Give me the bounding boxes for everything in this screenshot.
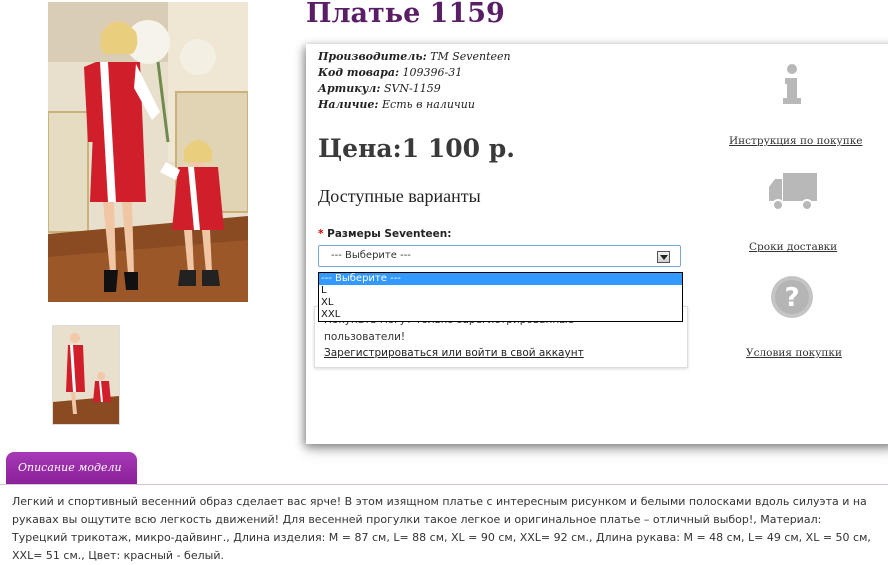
- size-label: * Размеры Seventeen:: [318, 228, 451, 240]
- size-option-l[interactable]: L: [319, 285, 682, 297]
- article-row: Артикул: SVN-1159: [318, 81, 441, 97]
- product-title: Платье 1159: [306, 0, 505, 29]
- size-option-xl[interactable]: XL: [319, 297, 682, 309]
- size-label-text: Размеры Seventeen:: [327, 228, 452, 240]
- notice-text-2: пользователи!: [324, 331, 406, 343]
- purchase-instructions-link[interactable]: Инструкция по покупке: [729, 135, 863, 147]
- size-select[interactable]: --- Выберите ---: [318, 245, 681, 267]
- chevron-down-icon[interactable]: [657, 251, 670, 263]
- manufacturer-row: Производитель: ТМ Seventeen: [318, 49, 511, 65]
- product-code-label: Код товара:: [318, 66, 400, 79]
- info-icon: [783, 64, 801, 104]
- article-label: Артикул:: [318, 82, 381, 95]
- size-option-placeholder[interactable]: --- Выберите ---: [319, 273, 682, 285]
- manufacturer-label: Производитель:: [318, 50, 427, 63]
- truck-icon: [769, 173, 817, 211]
- tab-description[interactable]: Описание модели: [6, 452, 137, 485]
- product-code-value: 109396-31: [402, 66, 463, 79]
- tab-description-label: Описание модели: [18, 461, 122, 474]
- required-mark: *: [318, 228, 324, 240]
- size-select-value: --- Выберите ---: [331, 250, 411, 261]
- size-option-xxl[interactable]: XXL: [319, 309, 682, 321]
- delivery-terms-link[interactable]: Сроки доставки: [749, 241, 837, 253]
- article-value: SVN-1159: [383, 82, 441, 95]
- manufacturer-value: ТМ Seventeen: [430, 50, 511, 63]
- product-main-image[interactable]: [48, 2, 248, 302]
- purchase-conditions-link[interactable]: Условия покупки: [746, 347, 842, 359]
- register-login-link[interactable]: Зарегистрироваться или войти в свой акка…: [324, 347, 584, 359]
- availability-label: Наличие:: [318, 98, 379, 111]
- product-description: Легкий и спортивный весенний образ сдела…: [12, 495, 871, 562]
- product-price: Цена:1 100 р.: [318, 134, 515, 163]
- product-code-row: Код товара: 109396-31: [318, 65, 462, 81]
- availability-row: Наличие: Есть в наличии: [318, 97, 475, 113]
- product-thumbnail[interactable]: [52, 325, 120, 425]
- available-options-heading: Доступные варианты: [318, 186, 481, 206]
- product-info-panel: Производитель: ТМ Seventeen Код товара: …: [306, 44, 888, 444]
- tab-divider: [0, 484, 888, 485]
- question-icon: ?: [771, 276, 813, 318]
- svg-text:?: ?: [784, 283, 799, 313]
- availability-value: Есть в наличии: [382, 98, 475, 111]
- size-dropdown-list[interactable]: --- Выберите --- L XL XXL: [318, 272, 683, 322]
